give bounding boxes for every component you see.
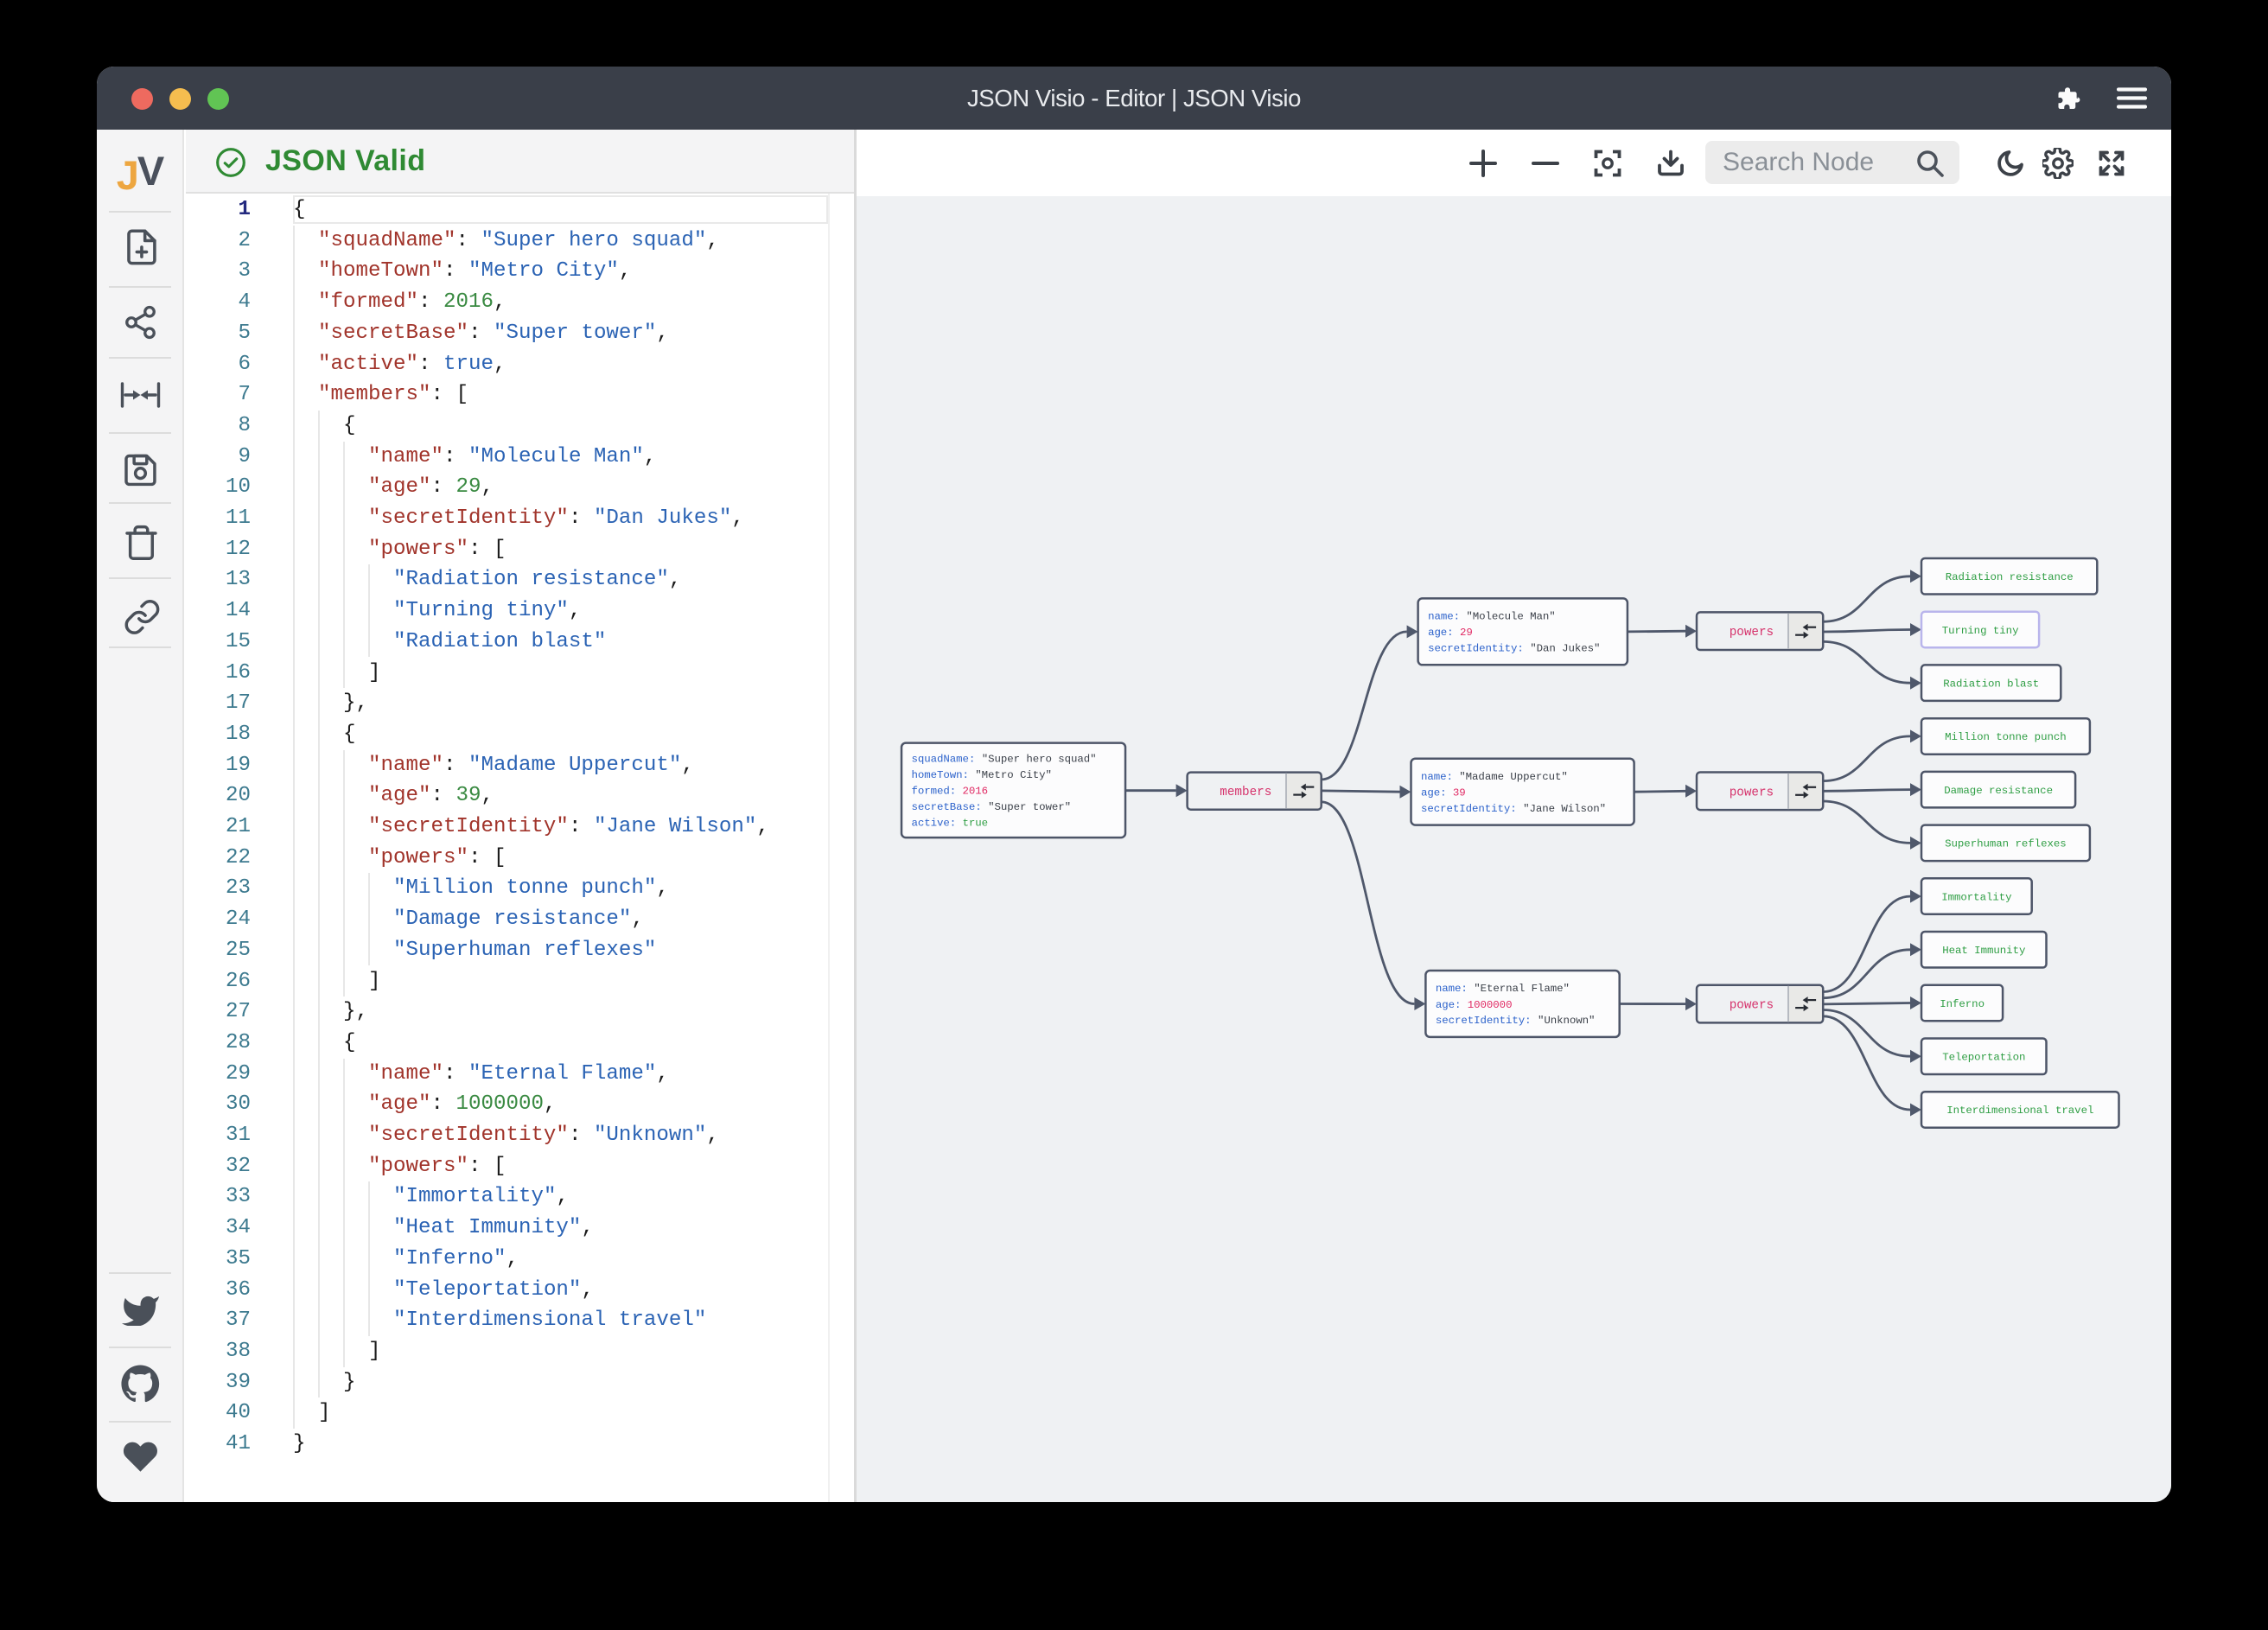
svg-text:Superhuman reflexes: Superhuman reflexes [1945,838,2067,850]
svg-text:Radiation resistance: Radiation resistance [1946,571,2074,583]
svg-text:"Jane Wilson": "Jane Wilson" [1523,803,1606,815]
svg-text:age:: age: [1436,999,1462,1011]
svg-text:Turning tiny: Turning tiny [1942,625,2019,637]
svg-text:"Dan Jukes": "Dan Jukes" [1530,643,1600,655]
svg-text:powers: powers [1730,999,1774,1013]
svg-text:powers: powers [1730,786,1774,799]
svg-text:secretBase:: secretBase: [912,801,982,813]
svg-text:secretIdentity:: secretIdentity: [1421,803,1517,815]
svg-text:age:: age: [1421,787,1447,799]
svg-text:name:: name: [1421,771,1453,783]
svg-text:39: 39 [1453,787,1466,799]
svg-text:formed:: formed: [912,786,957,798]
svg-text:members: members [1220,786,1271,799]
svg-text:"Molecule Man": "Molecule Man" [1466,611,1555,623]
svg-text:secretIdentity:: secretIdentity: [1436,1015,1532,1027]
svg-text:powers: powers [1730,626,1774,640]
svg-text:Million tonne punch: Million tonne punch [1945,731,2067,743]
svg-text:"Super hero squad": "Super hero squad" [982,754,1097,766]
svg-text:Inferno: Inferno [1940,998,1984,1010]
svg-text:active:: active: [912,818,957,830]
svg-text:homeTown:: homeTown: [912,769,969,781]
svg-text:"Super tower": "Super tower" [988,801,1071,813]
svg-text:Interdimensional travel: Interdimensional travel [1946,1105,2093,1117]
svg-text:1000000: 1000000 [1468,999,1513,1011]
svg-text:secretIdentity:: secretIdentity: [1428,643,1524,655]
svg-text:true: true [963,818,989,830]
svg-text:29: 29 [1460,627,1473,639]
svg-text:"Unknown": "Unknown" [1538,1015,1595,1027]
svg-text:Immortality: Immortality [1941,891,2012,903]
svg-text:age:: age: [1428,627,1454,639]
svg-text:name:: name: [1436,983,1468,995]
svg-text:"Metro City": "Metro City" [975,769,1052,781]
svg-text:"Madame Uppercut": "Madame Uppercut" [1459,771,1568,783]
svg-text:Damage resistance: Damage resistance [1944,785,2053,797]
svg-text:Radiation blast: Radiation blast [1943,678,2039,691]
svg-text:Heat Immunity: Heat Immunity [1942,945,2026,957]
svg-text:"Eternal Flame": "Eternal Flame" [1474,983,1570,995]
svg-text:name:: name: [1428,611,1460,623]
svg-text:2016: 2016 [963,786,989,798]
svg-text:squadName:: squadName: [912,754,976,766]
svg-text:Teleportation: Teleportation [1942,1052,2025,1064]
